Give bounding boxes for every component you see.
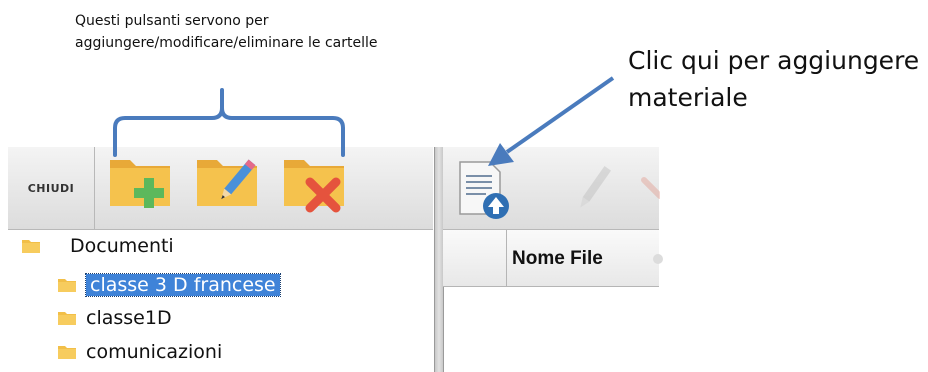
arrow-line (505, 76, 615, 154)
annotation-overlay (113, 76, 615, 166)
arrow-head (488, 143, 514, 166)
bracket-shape (113, 88, 345, 157)
